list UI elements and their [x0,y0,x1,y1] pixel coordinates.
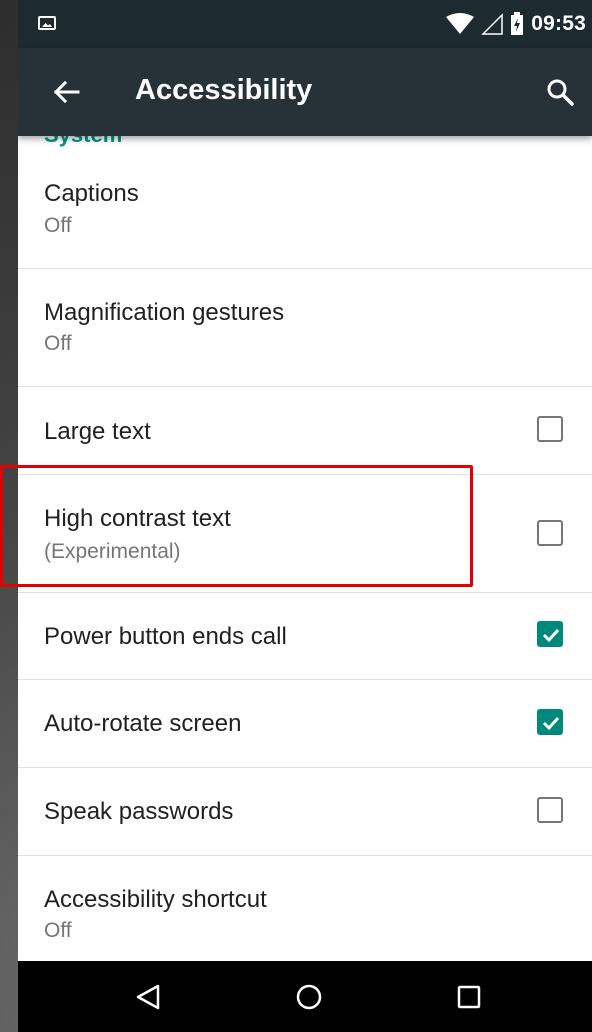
auto-rotate-screen-checkbox[interactable] [537,709,563,735]
app-bar: Accessibility [18,48,592,136]
setting-title: Auto-rotate screen [44,710,242,737]
setting-title: Magnification gestures [44,299,285,326]
navigation-bar [18,961,592,1032]
setting-subtitle: Off [44,332,72,355]
back-triangle-icon [136,984,160,1010]
large-text-checkbox[interactable] [537,416,563,442]
search-button[interactable] [540,72,580,112]
nav-recents-button[interactable] [451,979,487,1015]
clock: 09:53 [531,12,586,35]
setting-title: Large text [44,418,151,445]
annotation-highlight-box [0,465,473,587]
arrow-back-icon [53,80,80,104]
setting-subtitle: Off [44,919,72,942]
setting-power-button-ends-call[interactable]: Power button ends call [18,593,592,680]
setting-speak-passwords[interactable]: Speak passwords [18,768,592,856]
page-title: Accessibility [135,74,313,106]
setting-title: Speak passwords [44,798,234,825]
high-contrast-text-checkbox[interactable] [537,520,563,546]
battery-charging-icon [511,12,524,35]
setting-title: Captions [44,180,139,207]
speak-passwords-checkbox[interactable] [537,797,563,823]
setting-captions[interactable]: Captions Off [18,136,592,269]
wifi-icon [446,13,475,34]
checkmark-icon [542,716,560,731]
search-icon [547,79,574,106]
setting-accessibility-shortcut[interactable]: Accessibility shortcut Off [18,856,592,961]
status-bar: 09:53 [18,0,592,48]
setting-large-text[interactable]: Large text [18,387,592,475]
image-notification-icon [38,16,56,30]
setting-subtitle: Off [44,214,72,237]
setting-title: Accessibility shortcut [44,886,267,913]
nav-back-button[interactable] [130,979,166,1015]
signal-icon [481,13,504,35]
setting-auto-rotate-screen[interactable]: Auto-rotate screen [18,680,592,768]
nav-home-button[interactable] [291,979,327,1015]
home-circle-icon [296,984,322,1010]
status-icons: 09:53 [445,10,586,38]
recents-square-icon [457,985,481,1009]
power-button-ends-call-checkbox[interactable] [537,621,563,647]
setting-title: Power button ends call [44,623,287,650]
checkmark-icon [542,628,560,643]
setting-magnification-gestures[interactable]: Magnification gestures Off [18,269,592,387]
back-button[interactable] [46,72,86,112]
